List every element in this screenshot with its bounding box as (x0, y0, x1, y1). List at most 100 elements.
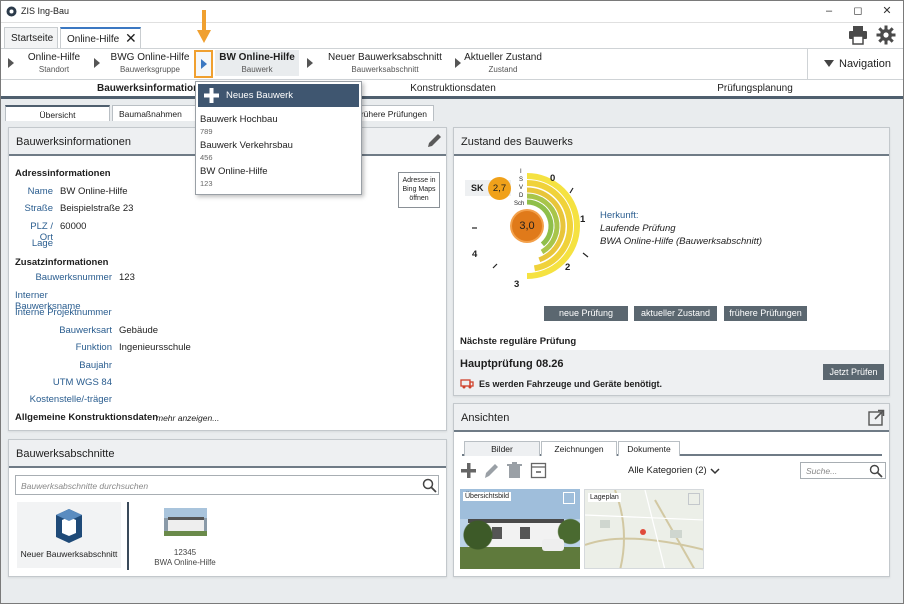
tab-uebersicht[interactable]: Übersicht (5, 105, 110, 121)
tab-label: Startseite (11, 33, 54, 44)
breadcrumb-item-standort[interactable]: Online-Hilfe Standort (19, 52, 89, 74)
breadcrumb-dropdown-toggle[interactable] (194, 50, 213, 78)
section-tab-bar: Bauwerksinformationen Konstruktionsdaten… (1, 80, 903, 99)
print-icon[interactable] (848, 25, 868, 45)
thumb-overview-image[interactable]: Übersichtsbild (460, 489, 580, 569)
gauge-tick (582, 252, 589, 258)
vehicle-note: Es werden Fahrzeuge und Geräte benötigt. (479, 379, 663, 389)
extra-label: UTM WGS 84 (52, 377, 112, 388)
minimize-icon[interactable]: – (818, 3, 840, 19)
inspection-date: 08.26 (536, 358, 564, 370)
panel-title: Bauwerksabschnitte (16, 448, 115, 460)
close-window-icon[interactable]: ✕ (876, 3, 898, 19)
panel-header: Zustand des Bauwerks (454, 128, 889, 156)
breadcrumb: Online-Hilfe Standort BWG Online-Hilfe Bau… (1, 48, 903, 80)
views-search-input[interactable]: Suche... (800, 462, 886, 479)
breadcrumb-arrow-icon[interactable] (8, 58, 14, 68)
scale-label: 1 (580, 214, 586, 225)
add-icon[interactable] (460, 462, 477, 479)
maximize-icon[interactable]: ◻ (847, 3, 869, 19)
sk-label: SK (471, 183, 484, 193)
check-now-button[interactable]: Jetzt Prüfen (823, 364, 884, 380)
tab-startseite[interactable]: Startseite (4, 27, 58, 48)
new-building-button[interactable]: Neues Bauwerk (198, 84, 359, 107)
earlier-inspections-button[interactable]: frühere Prüfungen (724, 306, 807, 321)
gear-icon[interactable] (876, 25, 896, 45)
address-label: Lage (31, 238, 53, 249)
breadcrumb-item-zustand[interactable]: Aktueller Zustand Zustand (463, 52, 543, 74)
tab-zeichnungen[interactable]: Zeichnungen (541, 441, 617, 456)
tab-bilder[interactable]: Bilder (464, 441, 540, 456)
dropdown-item[interactable]: BW Online-Hilfe 123 (196, 163, 361, 188)
section-name: BWA Online-Hilfe (154, 558, 216, 567)
dropdown-item[interactable]: Bauwerk Hochbau 789 (196, 111, 361, 136)
search-icon[interactable] (869, 464, 883, 478)
breadcrumb-arrow-icon[interactable] (455, 58, 461, 68)
tab-online-hilfe[interactable]: Online-Hilfe ✕ (60, 27, 141, 48)
ring-label: S (519, 177, 524, 183)
close-tab-icon[interactable]: ✕ (125, 31, 137, 45)
inspection-type: Hauptprüfung (460, 358, 533, 370)
new-inspection-button[interactable]: neue Prüfung (544, 306, 628, 321)
edit-pencil-icon[interactable] (483, 462, 500, 479)
panel-header: Ansichten (454, 404, 889, 432)
section-thumbnail[interactable] (164, 508, 207, 536)
category-select[interactable]: Alle Kategorien (2) (626, 465, 724, 479)
breadcrumb-arrow-icon[interactable] (307, 58, 313, 68)
extra-label: Bauwerksnummer (35, 272, 112, 283)
tab-pruefungsplanung[interactable]: Prüfungsplanung (705, 83, 805, 94)
origin-line: Laufende Prüfung (600, 223, 676, 234)
views-tab-bar: Bilder Zeichnungen Dokumente (462, 441, 882, 456)
navigation-button[interactable]: Navigation (807, 49, 903, 79)
current-state-button[interactable]: aktueller Zustand (634, 306, 717, 321)
new-section-tile[interactable]: Neuer Bauwerksabschnitt (17, 502, 121, 568)
tab-dokumente[interactable]: Dokumente (618, 441, 680, 456)
extra-label: Funktion (75, 342, 112, 353)
next-inspection-label: Nächste reguläre Prüfung (460, 336, 577, 347)
tab-bauwerksinformationen[interactable]: Bauwerksinformationen (97, 83, 211, 94)
new-section-label: Neuer Bauwerksabschnitt (20, 549, 118, 559)
breadcrumb-item-bauwerksgruppe[interactable]: BWG Online-Hilfe Bauwerksgruppe (105, 52, 195, 74)
panel-title: Bauwerksinformationen (16, 136, 131, 148)
thumb-site-plan[interactable]: Lageplan (584, 489, 704, 569)
breadcrumb-arrow-icon[interactable] (94, 58, 100, 68)
chevron-down-icon (824, 60, 834, 67)
search-placeholder: Suche... (806, 466, 838, 476)
select-checkbox[interactable] (563, 492, 575, 504)
more-link[interactable]: mehr anzeigen... (156, 413, 219, 423)
address-heading: Adressinformationen (15, 168, 111, 179)
gauge-tick (492, 263, 498, 269)
select-checkbox[interactable] (688, 493, 700, 505)
divider (127, 502, 129, 570)
ring-label: V (519, 185, 524, 191)
extra-value: Ingenieursschule (119, 342, 191, 353)
thumb-label: Übersichtsbild (463, 492, 511, 501)
main-value: 3,0 (519, 220, 535, 232)
edit-pencil-icon[interactable] (426, 133, 442, 149)
extra-heading: Zusatzinformationen (15, 257, 109, 268)
trash-icon[interactable] (506, 462, 523, 479)
bing-maps-button[interactable]: Adresse in Bing Maps öffnen (398, 172, 440, 208)
tab-label: Online-Hilfe (67, 34, 120, 45)
thumb-label: Lageplan (588, 493, 621, 502)
extra-value: 123 (119, 272, 135, 283)
sub-tab-bar: Übersicht Baumaßnahmen frühere Prüfungen (1, 102, 903, 121)
tab-konstruktionsdaten[interactable]: Konstruktionsdaten (403, 83, 503, 94)
building-cube-icon (56, 509, 82, 543)
dropdown-item[interactable]: Bauwerk Verkehrsbau 456 (196, 137, 361, 162)
search-placeholder: Bauwerksabschnitte durchsuchen (21, 481, 149, 491)
arrow-down-icon (197, 10, 211, 43)
breadcrumb-item-bauwerksabschnitt[interactable]: Neuer Bauwerksabschnitt Bauwerksabschnitt (319, 52, 451, 74)
archive-icon[interactable] (530, 462, 547, 479)
vehicle-icon (460, 379, 474, 389)
search-icon[interactable] (422, 478, 437, 493)
breadcrumb-item-bauwerk[interactable]: BW Online-Hilfe Bauwerk (215, 50, 299, 76)
ring-label: D (519, 193, 524, 199)
ring-label: Sch (514, 201, 525, 207)
chevron-down-icon (710, 468, 720, 475)
scale-label: 4 (472, 249, 478, 260)
section-search-input[interactable]: Bauwerksabschnitte durchsuchen (15, 475, 439, 495)
app-window: ZIS Ing-Bau – ◻ ✕ Startseite Online-Hilf… (0, 0, 904, 604)
construction-heading: Allgemeine Konstruktionsdaten (15, 412, 159, 423)
popout-icon[interactable] (868, 409, 885, 426)
